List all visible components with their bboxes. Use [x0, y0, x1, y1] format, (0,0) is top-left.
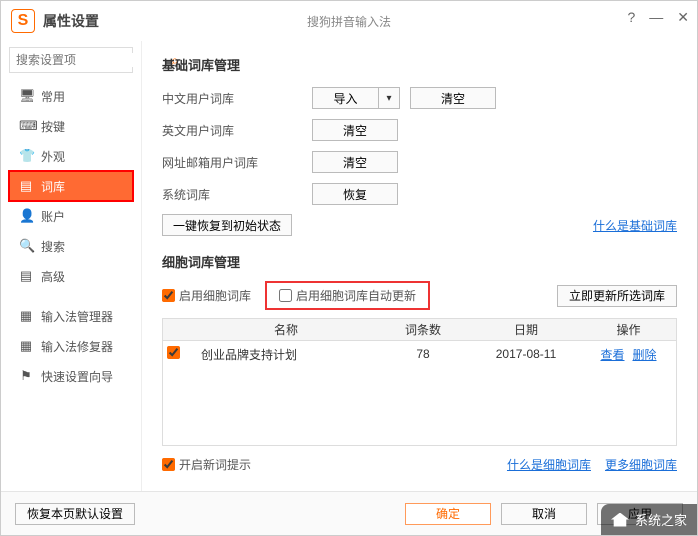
sidebar: ⌕ 🖥 常用 ⌨ 按键 👕 外观 ▤ 词库 👤 账户 🔍 搜索 ▤ 高级 ▦ 输入法管理器 ▦ 输… — [1, 41, 141, 491]
flag-icon: ⚑ — [19, 368, 33, 384]
basic-dict-title: 基础词库管理 — [162, 55, 677, 74]
titlebar: S 属性设置 搜狗拼音输入法 ? — ✕ — [1, 1, 697, 41]
minimize-button[interactable]: — — [649, 9, 663, 26]
sidebar-item-common[interactable]: 🖥 常用 — [9, 81, 133, 111]
app-logo: S — [11, 9, 35, 33]
close-button[interactable]: ✕ — [677, 9, 689, 26]
row-date: 2017-08-11 — [471, 347, 581, 361]
help-button[interactable]: ? — [627, 9, 635, 26]
import-dropdown-caret[interactable]: ▾ — [378, 87, 400, 109]
sidebar-item-label: 常用 — [41, 88, 65, 105]
import-button[interactable]: 导入 — [312, 87, 378, 109]
sidebar-item-advanced[interactable]: ▤ 高级 — [9, 261, 133, 291]
sidebar-item-label: 词库 — [41, 178, 65, 195]
new-word-label: 开启新词提示 — [179, 456, 251, 473]
manager-icon: ▦ — [19, 308, 33, 324]
cn-clear-button[interactable]: 清空 — [410, 87, 496, 109]
what-is-cell-link[interactable]: 什么是细胞词库 — [507, 456, 591, 473]
auto-update-input[interactable] — [279, 289, 292, 302]
bottom-bar: 恢复本页默认设置 确定 取消 应用 — [1, 491, 697, 535]
sidebar-item-dict[interactable]: ▤ 词库 — [9, 171, 133, 201]
advanced-icon: ▤ — [19, 268, 33, 284]
col-count: 词条数 — [375, 321, 471, 338]
sidebar-item-label: 搜索 — [41, 238, 65, 255]
sidebar-item-label: 快速设置向导 — [41, 368, 113, 385]
sidebar-tool-wizard[interactable]: ⚑ 快速设置向导 — [9, 361, 133, 391]
table-header: 名称 词条数 日期 操作 — [163, 319, 676, 341]
shirt-icon: 👕 — [19, 148, 33, 164]
reset-page-button[interactable]: 恢复本页默认设置 — [15, 503, 135, 525]
window-title: 属性设置 — [43, 11, 99, 31]
main-panel: 基础词库管理 中文用户词库 导入 ▾ 清空 英文用户词库 清空 网址邮箱用户词库… — [141, 41, 697, 491]
sidebar-item-label: 输入法管理器 — [41, 308, 113, 325]
auto-update-highlight: 启用细胞词库自动更新 — [265, 281, 430, 310]
en-clear-button[interactable]: 清空 — [312, 119, 398, 141]
more-cell-link[interactable]: 更多细胞词库 — [605, 456, 677, 473]
monitor-icon: 🖥 — [19, 88, 33, 104]
sidebar-item-label: 按键 — [41, 118, 65, 135]
sidebar-item-label: 账户 — [41, 208, 65, 225]
search-box[interactable]: ⌕ — [9, 47, 133, 73]
cn-dict-label: 中文用户词库 — [162, 90, 312, 107]
table-row[interactable]: 创业品牌支持计划 78 2017-08-11 查看 删除 — [163, 341, 676, 367]
house-icon — [611, 513, 629, 527]
col-ops: 操作 — [581, 321, 676, 338]
enable-cell-label: 启用细胞词库 — [179, 287, 251, 304]
row-delete-link[interactable]: 删除 — [633, 346, 657, 363]
import-split-button[interactable]: 导入 ▾ — [312, 87, 400, 109]
cell-dict-table: 名称 词条数 日期 操作 创业品牌支持计划 78 2017-08-11 查看 删… — [162, 318, 677, 446]
row-name: 创业品牌支持计划 — [197, 346, 375, 363]
en-dict-label: 英文用户词库 — [162, 122, 312, 139]
repair-icon: ▦ — [19, 338, 33, 354]
sys-restore-button[interactable]: 恢复 — [312, 183, 398, 205]
sys-dict-label: 系统词库 — [162, 186, 312, 203]
enable-cell-checkbox[interactable]: 启用细胞词库 — [162, 287, 251, 304]
sidebar-item-appearance[interactable]: 👕 外观 — [9, 141, 133, 171]
sidebar-tool-ime-manager[interactable]: ▦ 输入法管理器 — [9, 301, 133, 331]
auto-update-checkbox[interactable]: 启用细胞词库自动更新 — [279, 287, 416, 304]
window-subtitle: 搜狗拼音输入法 — [307, 13, 391, 30]
cell-dict-title: 细胞词库管理 — [162, 252, 677, 271]
watermark: 系统之家 — [601, 504, 697, 535]
enable-cell-input[interactable] — [162, 289, 175, 302]
dict-icon: ▤ — [19, 178, 33, 194]
auto-update-label: 启用细胞词库自动更新 — [296, 287, 416, 304]
cancel-button[interactable]: 取消 — [501, 503, 587, 525]
url-dict-label: 网址邮箱用户词库 — [162, 154, 312, 171]
sidebar-item-label: 外观 — [41, 148, 65, 165]
keyboard-icon: ⌨ — [19, 118, 33, 134]
sidebar-item-keys[interactable]: ⌨ 按键 — [9, 111, 133, 141]
ok-button[interactable]: 确定 — [405, 503, 491, 525]
window-controls: ? — ✕ — [627, 9, 689, 26]
new-word-input[interactable] — [162, 458, 175, 471]
new-word-checkbox[interactable]: 开启新词提示 — [162, 456, 251, 473]
col-name: 名称 — [197, 321, 375, 338]
sidebar-tool-ime-repair[interactable]: ▦ 输入法修复器 — [9, 331, 133, 361]
row-view-link[interactable]: 查看 — [600, 346, 624, 363]
row-count: 78 — [375, 347, 471, 361]
sidebar-item-account[interactable]: 👤 账户 — [9, 201, 133, 231]
watermark-text: 系统之家 — [635, 510, 687, 529]
update-selected-button[interactable]: 立即更新所选词库 — [557, 285, 677, 307]
user-icon: 👤 — [19, 208, 33, 224]
what-is-basic-link[interactable]: 什么是基础词库 — [593, 217, 677, 234]
sidebar-item-search[interactable]: 🔍 搜索 — [9, 231, 133, 261]
restore-all-button[interactable]: 一键恢复到初始状态 — [162, 214, 292, 236]
row-checkbox[interactable] — [167, 346, 180, 359]
url-clear-button[interactable]: 清空 — [312, 151, 398, 173]
search-nav-icon: 🔍 — [19, 238, 33, 254]
sidebar-item-label: 高级 — [41, 268, 65, 285]
sidebar-item-label: 输入法修复器 — [41, 338, 113, 355]
col-date: 日期 — [471, 321, 581, 338]
